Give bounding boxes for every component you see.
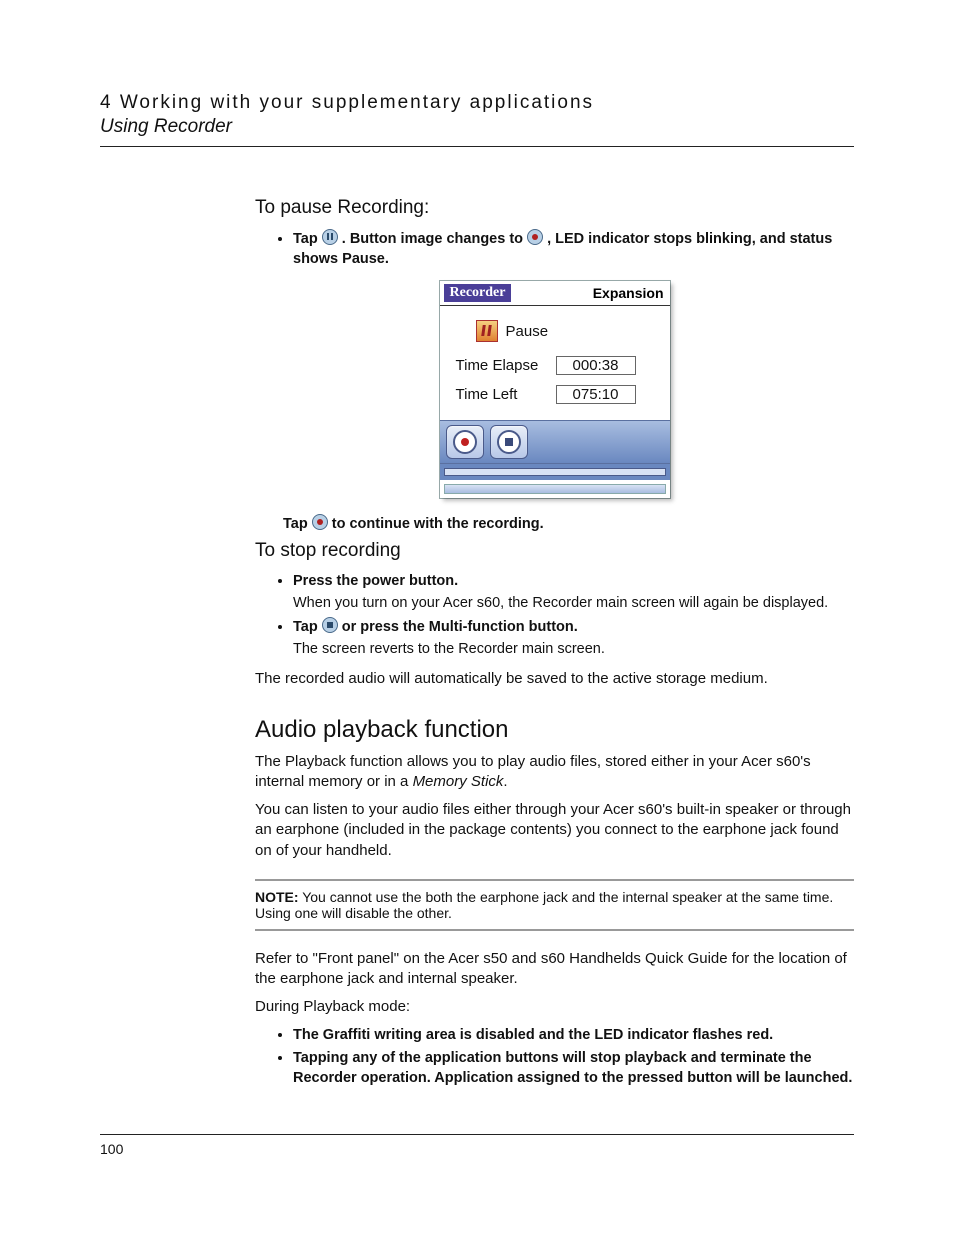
- heading-audio: Audio playback function: [255, 716, 854, 744]
- record-icon: [312, 514, 328, 530]
- record-button[interactable]: [446, 425, 484, 459]
- stop-icon: [322, 617, 338, 633]
- time-elapse-value: 000:38: [556, 356, 636, 375]
- pause-icon: [322, 229, 338, 245]
- chapter-title: 4 Working with your supplementary applic…: [100, 92, 854, 114]
- progress-bar: [444, 468, 666, 476]
- storage-label: Expansion: [593, 284, 664, 302]
- bullet-playback-1: The Graffiti writing area is disabled an…: [293, 1026, 854, 1046]
- note-text: You cannot use the both the earphone jac…: [255, 889, 833, 921]
- audio-p3: Refer to "Front panel" on the Acer s50 a…: [255, 949, 854, 990]
- stop-button[interactable]: [490, 425, 528, 459]
- continue-text: Tap to continue with the recording.: [283, 514, 854, 532]
- section-title: Using Recorder: [100, 116, 854, 138]
- note-label: NOTE:: [255, 889, 299, 905]
- recorder-screenshot: Recorder Expansion Pause Time Elapse 000…: [440, 281, 670, 498]
- bullet-pause: Tap . Button image changes to , LED indi…: [293, 229, 854, 269]
- record-icon: [527, 229, 543, 245]
- status-text: Pause: [506, 323, 549, 340]
- stop-closing: The recorded audio will automatically be…: [255, 669, 854, 689]
- bullet-playback-2: Tapping any of the application buttons w…: [293, 1049, 854, 1088]
- audio-p4: During Playback mode:: [255, 997, 854, 1017]
- page-number: 100: [100, 1134, 854, 1157]
- page-header: 4 Working with your supplementary applic…: [100, 92, 854, 147]
- audio-p1: The Playback function allows you to play…: [255, 752, 854, 793]
- note-block: NOTE: You cannot use the both the earpho…: [255, 879, 854, 931]
- app-title: Recorder: [444, 284, 512, 302]
- status-icon: [476, 320, 498, 342]
- time-left-label: Time Left: [450, 386, 546, 403]
- audio-p2: You can listen to your audio files eithe…: [255, 800, 854, 861]
- time-left-value: 075:10: [556, 385, 636, 404]
- bullet-stop-2: Tap or press the Multi-function button. …: [293, 617, 854, 659]
- heading-stop: To stop recording: [255, 540, 854, 562]
- heading-pause: To pause Recording:: [255, 197, 854, 219]
- time-elapse-label: Time Elapse: [450, 357, 546, 374]
- bullet-stop-1: Press the power button. When you turn on…: [293, 572, 854, 613]
- level-bar: [444, 484, 666, 494]
